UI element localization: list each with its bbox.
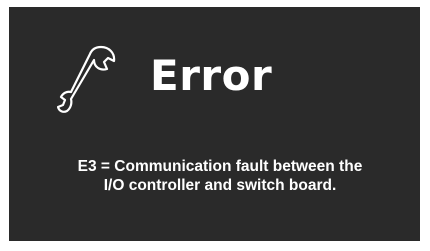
error-message: E3 = Communication fault between the I/O… <box>45 157 395 195</box>
error-title: Error <box>150 51 273 100</box>
error-screen: Error E3 = Communication fault between t… <box>9 7 420 241</box>
error-message-line-2: I/O controller and switch board. <box>103 177 337 194</box>
error-message-line-1: E3 = Communication fault between the <box>77 158 363 175</box>
wrench-icon <box>57 45 116 113</box>
